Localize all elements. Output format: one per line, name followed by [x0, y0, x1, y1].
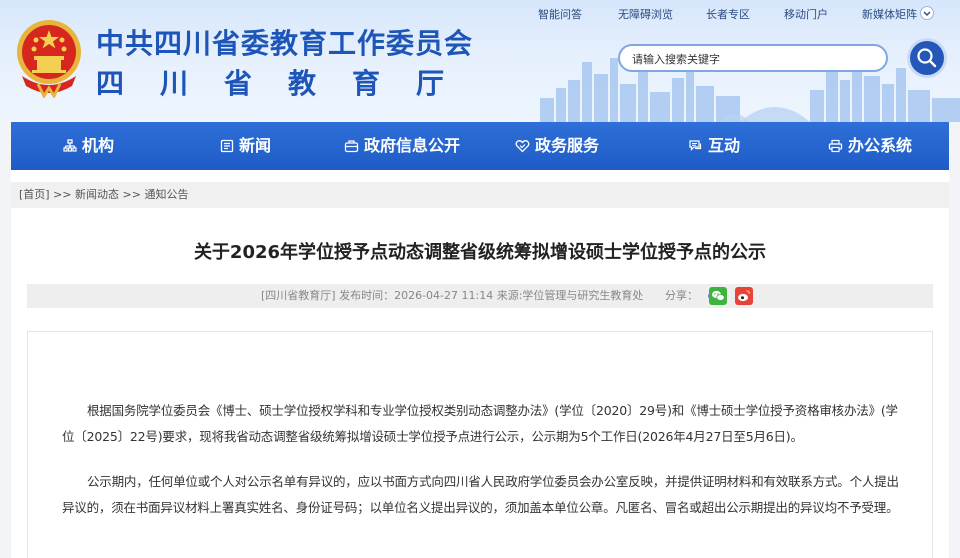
nav-item-services[interactable]: 政务服务: [515, 122, 599, 170]
search-box: [618, 44, 888, 72]
nav-label: 互动: [708, 136, 741, 155]
nav-item-gov-info[interactable]: 政府信息公开: [344, 122, 460, 170]
top-link-elderly[interactable]: 长者专区: [706, 6, 750, 22]
breadcrumb: [首页] >> 新闻动态 >> 通知公告: [11, 182, 949, 208]
article-paragraph: 根据国务院学位委员会《博士、硕士学位授权学科和专业学位授权类别动态调整办法》(学…: [62, 403, 898, 444]
chat-bubble-icon: [689, 140, 702, 151]
printer-icon: [828, 139, 843, 153]
wechat-icon[interactable]: [709, 287, 727, 305]
breadcrumb-home[interactable]: [首页]: [19, 188, 50, 201]
nav-label: 新闻: [239, 136, 272, 155]
share-label: 分享：: [665, 289, 698, 302]
national-emblem-icon: [17, 20, 81, 98]
article-paragraph: 公示期内，任何单位或个人对公示名单有异议的，应以书面方式向四川省人民政府学位委员…: [62, 474, 899, 515]
site-title: 中共四川省委教育工作委员会: [96, 27, 474, 60]
nav-item-office-system[interactable]: 办公系统: [828, 122, 912, 170]
newspaper-icon: [220, 139, 234, 153]
nav-item-interaction[interactable]: 互动: [688, 122, 740, 170]
breadcrumb-separator: >>: [49, 188, 76, 201]
nav-label: 政府信息公开: [364, 136, 461, 155]
heart-check-icon: [515, 140, 530, 153]
article-title: 关于2026年学位授予点动态调整省级统筹拟增设硕士学位授予点的公示: [193, 242, 767, 263]
nav-item-news[interactable]: 新闻: [220, 122, 271, 170]
top-link-accessibility[interactable]: 无障碍浏览: [618, 6, 673, 22]
top-links: 智能问答 无障碍浏览 长者专区 移动门户 新媒体矩阵: [520, 6, 960, 24]
breadcrumb-news[interactable]: 新闻动态: [75, 188, 119, 201]
article-meta-bar: [四川省教育厅] 发布时间：2026-04-27 11:14 来源:学位管理与研…: [27, 284, 933, 308]
main-nav: 机构 新闻 政府信息公开 政务服务 互动 办公系统: [11, 122, 949, 170]
search-button[interactable]: [910, 41, 944, 75]
weibo-icon[interactable]: [735, 287, 753, 305]
chevron-down-icon[interactable]: [920, 6, 934, 20]
search-icon: [917, 48, 937, 68]
breadcrumb-notices[interactable]: 通知公告: [144, 188, 188, 201]
department-name: 四川省教育厅: [96, 67, 481, 100]
nav-label: 政务服务: [535, 136, 600, 155]
nav-label: 机构: [82, 136, 115, 155]
nav-item-organization[interactable]: 机构: [63, 122, 114, 170]
top-link-smart-qa[interactable]: 智能问答: [538, 6, 582, 22]
top-link-new-media[interactable]: 新媒体矩阵: [862, 6, 917, 22]
search-input[interactable]: [630, 46, 874, 72]
nav-label: 办公系统: [848, 136, 913, 155]
briefcase-icon: [344, 140, 359, 153]
article-meta: [四川省教育厅] 发布时间：2026-04-27 11:14 来源:学位管理与研…: [261, 289, 644, 302]
org-chart-icon: [63, 139, 77, 152]
site-header: 中共四川省委教育工作委员会 四川省教育厅 智能问答 无障碍浏览 长者专区 移动门…: [0, 0, 960, 122]
breadcrumb-separator: >>: [119, 188, 145, 201]
top-link-mobile[interactable]: 移动门户: [784, 6, 828, 22]
